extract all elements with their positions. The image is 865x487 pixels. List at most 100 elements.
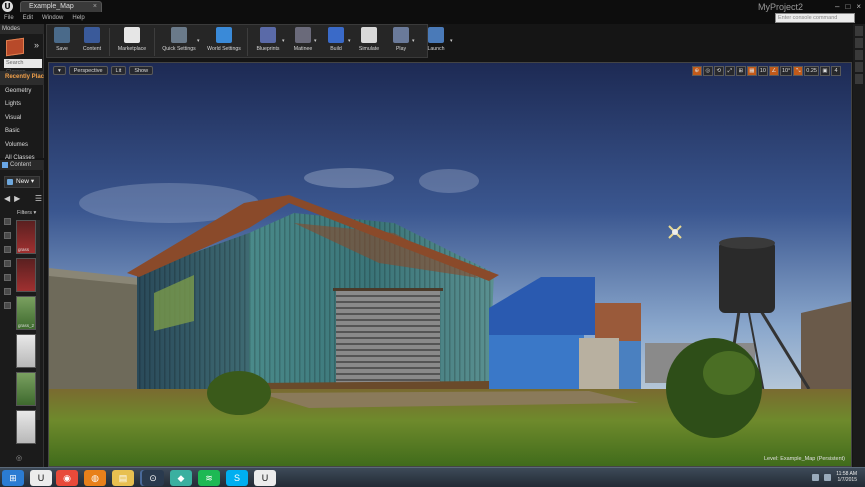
menu-file[interactable]: File [4, 14, 14, 23]
viewport-tool-button[interactable]: 10 [757, 66, 768, 76]
folder-icon[interactable] [4, 288, 11, 295]
viewport-tool-button[interactable]: ⊞ [735, 66, 746, 76]
dock-tab[interactable] [855, 74, 863, 84]
mode-category-item[interactable]: Visual [0, 112, 44, 126]
place-mode-icon[interactable] [6, 37, 24, 57]
menu-bar: File Edit Window Help [4, 14, 85, 23]
folder-icon[interactable] [4, 232, 11, 239]
viewport-tool-button[interactable]: ▣ [820, 66, 830, 76]
asset-scrollbar[interactable] [36, 220, 40, 420]
folder-icon[interactable] [4, 260, 11, 267]
mode-category-item[interactable]: Geometry [0, 85, 44, 99]
dock-tab[interactable] [855, 50, 863, 60]
viewport-menu-button[interactable]: ▾ [53, 66, 66, 75]
play-button[interactable]: Play ▾ [386, 27, 416, 57]
mode-category-item[interactable]: Lights [0, 98, 44, 112]
viewport-tool-button[interactable]: 10° [779, 66, 793, 76]
chevron-down-icon[interactable]: ▾ [314, 38, 317, 44]
chevron-down-icon[interactable]: ▾ [197, 38, 200, 44]
dock-tab[interactable] [855, 62, 863, 72]
minimize-icon[interactable]: – [835, 2, 839, 11]
viewport-tool-button[interactable]: ⊕ [691, 66, 702, 76]
search-classes-input[interactable]: Search Classes [4, 59, 42, 75]
marketplace-button[interactable]: Marketplace [112, 27, 152, 57]
right-dock-strip [853, 24, 865, 467]
blueprints-icon [260, 27, 276, 43]
build-button[interactable]: Build ▾ [320, 27, 352, 57]
perspective-button[interactable]: Perspective [68, 66, 108, 75]
viewport-tool-button[interactable]: ⤡ [793, 66, 804, 76]
viewport-tool-button[interactable]: ⤢ [724, 66, 735, 76]
world-settings-button[interactable]: World Settings [203, 27, 245, 57]
volume-icon[interactable] [824, 473, 832, 481]
spotify-icon[interactable]: ≋ [198, 470, 220, 486]
chevron-right-icon[interactable]: » [34, 40, 39, 50]
skype-icon[interactable]: S [226, 470, 248, 486]
viewport-tool-button[interactable]: ∠ [768, 66, 779, 76]
chevron-down-icon[interactable]: ▾ [348, 38, 351, 44]
modes-tab[interactable]: Modes [0, 24, 44, 34]
mode-category-item[interactable]: Basic [0, 125, 44, 139]
viewport-tool-button[interactable]: ▦ [746, 66, 757, 76]
asset-thumbnail[interactable] [16, 334, 36, 368]
firefox-icon[interactable]: ◍ [84, 470, 106, 486]
viewport-tool-button[interactable]: ◎ [702, 66, 713, 76]
content-browser-tab[interactable]: Content [0, 160, 44, 170]
filters-button[interactable]: Filters ▾ [17, 210, 36, 216]
unreal-icon[interactable]: U [30, 470, 52, 486]
chevron-down-icon[interactable]: ▾ [282, 38, 285, 44]
close-tab-icon[interactable]: × [93, 2, 97, 12]
content-button[interactable]: Content [77, 27, 107, 57]
sources-list-icon[interactable]: ☰ [35, 194, 42, 203]
steam-icon[interactable]: ⊙ [142, 470, 164, 486]
view-options-icon[interactable]: ◎ [16, 454, 22, 462]
console-command-input[interactable]: Enter console command [775, 13, 855, 23]
quick-settings-button[interactable]: Quick Settings ▾ [157, 27, 201, 57]
level-viewport[interactable]: ▾ Perspective Lit Show ⊕ ◎ ⟲ ⤢ ⊞ ▦ 10 ∠ 10° ⤡ 0.25… [48, 62, 852, 467]
folder-icon[interactable] [4, 218, 11, 225]
matinee-button[interactable]: Matinee ▾ [288, 27, 318, 57]
launch-button[interactable]: Launch ▾ [418, 27, 454, 57]
dock-tab[interactable] [855, 38, 863, 48]
asset-thumbnail[interactable]: grass [16, 220, 36, 254]
viewport-tool-button[interactable]: 0.25 [804, 66, 819, 76]
unreal-launcher-icon[interactable]: U [254, 470, 276, 486]
scene-render [49, 63, 851, 466]
mode-category-item[interactable]: Recently Placed [0, 71, 44, 85]
close-window-icon[interactable]: × [856, 2, 861, 11]
folder-icon[interactable] [4, 274, 11, 281]
show-button[interactable]: Show [129, 66, 154, 75]
clock[interactable]: 11:58 AM 1/7/2015 [836, 471, 857, 483]
folder-icon[interactable] [4, 246, 11, 253]
viewport-tool-button[interactable]: 4 [831, 66, 841, 76]
content-icon [84, 27, 100, 43]
blueprints-button[interactable]: Blueprints ▾ [250, 27, 286, 57]
dock-tab[interactable] [855, 26, 863, 36]
asset-thumbnail[interactable]: grass_2 [16, 296, 36, 330]
network-icon[interactable] [812, 473, 820, 481]
asset-thumbnail[interactable] [16, 258, 36, 292]
mode-category-item[interactable]: Volumes [0, 139, 44, 153]
level-tab[interactable]: Example_Map × [20, 1, 102, 12]
folder-icon[interactable]: ▤ [112, 470, 134, 486]
app-icon[interactable]: ◆ [170, 470, 192, 486]
simulate-button[interactable]: Simulate [354, 27, 384, 57]
back-arrow-icon[interactable]: ◀ [4, 194, 10, 203]
menu-edit[interactable]: Edit [23, 14, 33, 23]
chevron-down-icon[interactable]: ▾ [450, 38, 453, 44]
save-icon [54, 27, 70, 43]
menu-help[interactable]: Help [72, 14, 84, 23]
asset-thumbnail[interactable] [16, 410, 36, 444]
windows-start-icon[interactable]: ⊞ [2, 470, 24, 486]
chevron-down-icon[interactable]: ▾ [412, 38, 415, 44]
folder-icon[interactable] [4, 302, 11, 309]
asset-thumbnail[interactable] [16, 372, 36, 406]
menu-window[interactable]: Window [42, 14, 63, 23]
forward-arrow-icon[interactable]: ▶ [14, 194, 20, 203]
lit-button[interactable]: Lit [110, 66, 127, 75]
viewport-tool-button[interactable]: ⟲ [713, 66, 724, 76]
chrome-icon[interactable]: ◉ [56, 470, 78, 486]
save-button[interactable]: Save [49, 27, 75, 57]
new-asset-button[interactable]: New ▾ [4, 176, 40, 188]
maximize-icon[interactable]: □ [845, 2, 850, 11]
